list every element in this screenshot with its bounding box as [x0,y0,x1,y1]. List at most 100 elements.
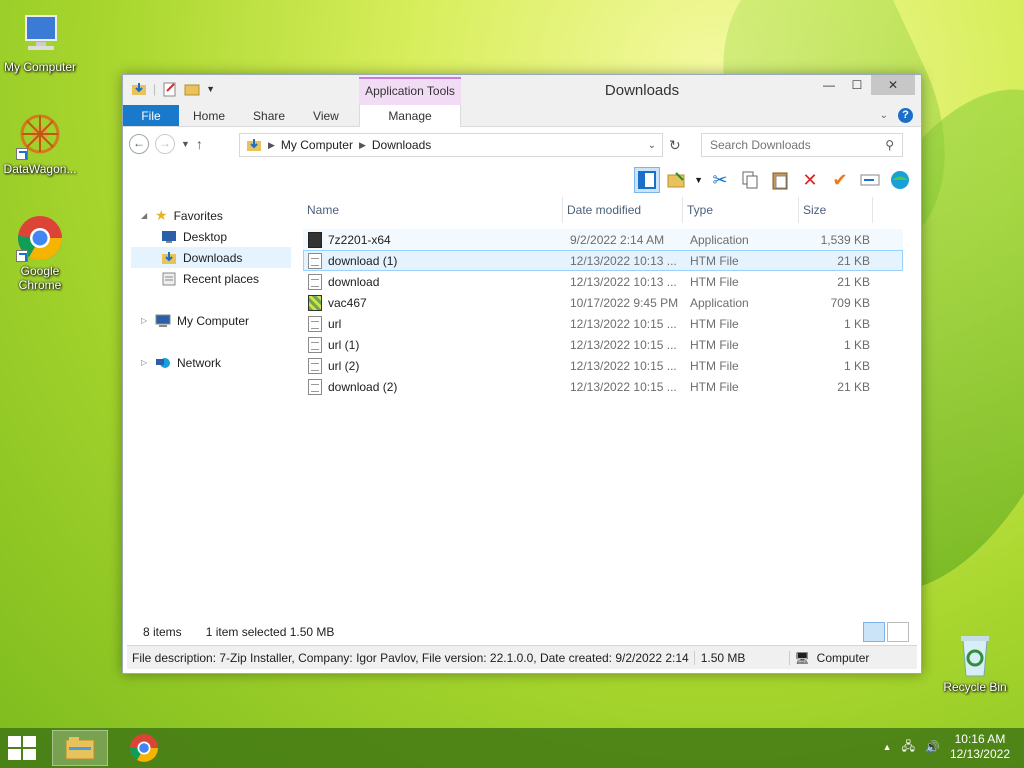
file-row[interactable]: url 12/13/2022 10:15 ... HTM File 1 KB [303,313,903,334]
column-size[interactable]: Size [799,196,873,223]
desktop-icon-my-computer[interactable]: My Computer [0,10,80,74]
chrome-icon [16,214,64,262]
recent-locations-icon[interactable]: ▼ [181,139,190,149]
nav-my-computer[interactable]: ▷ My Computer [131,310,291,331]
close-button[interactable]: ✕ [871,75,915,95]
file-size-cell: 1 KB [843,337,870,352]
computer-icon: 🖥 [794,650,810,665]
nav-desktop[interactable]: Desktop [131,226,291,247]
preview-pane-icon[interactable] [634,167,661,193]
details-view-button[interactable] [863,622,885,642]
file-date-cell: 12/13/2022 10:15 ... [570,358,677,373]
address-bar[interactable]: ▶ My Computer ▶ Downloads ⌄ [239,133,663,157]
desktop-icon-label: Google Chrome [18,264,62,292]
ribbon-tabs: File Home Share View Manage ⌄ ? [123,105,921,127]
globe-icon[interactable] [887,167,913,193]
file-name-cell: url [304,315,564,332]
column-headers: Name Date modified Type Size [303,196,903,223]
item-count: 8 items [143,625,182,639]
computer-icon [155,314,171,327]
delete-icon[interactable]: ✕ [797,167,823,193]
show-hidden-icons-icon[interactable]: ▲ [883,742,892,752]
file-row[interactable]: download (1) 12/13/2022 10:13 ... HTM File… [303,250,903,271]
nav-recent-places[interactable]: Recent places [131,268,291,289]
expand-arrow-icon[interactable]: ▷ [141,316,149,325]
checkmark-icon[interactable]: ✔ [827,167,853,193]
file-description: File description: 7-Zip Installer, Compa… [127,650,695,665]
volume-icon[interactable]: 🔊 [925,740,940,754]
tab-view[interactable]: View [299,105,353,126]
refresh-icon[interactable]: ↻ [669,137,681,154]
back-button[interactable]: ← [129,134,149,154]
folder-properties-icon[interactable] [664,167,690,193]
file-row[interactable]: vac467 10/17/2022 9:45 PM Application 709 K… [303,292,903,313]
file-date-cell: 9/2/2022 2:14 AM [570,232,665,247]
taskbar-file-explorer[interactable] [52,730,108,766]
expand-ribbon-icon[interactable]: ⌄ [880,108,888,124]
paste-icon[interactable] [767,167,793,193]
tab-home[interactable]: Home [179,105,239,126]
help-icon[interactable]: ? [898,108,913,123]
column-type[interactable]: Type [683,196,799,223]
file-size-cell: 21 KB [837,253,870,268]
file-size-cell: 1 KB [843,316,870,331]
nav-downloads[interactable]: Downloads [131,247,291,268]
desktop-icon-recycle-bin[interactable]: Recycle Bin [935,630,1015,694]
window-title: Downloads [604,82,680,99]
nav-network[interactable]: ▷ Network [131,352,291,373]
taskbar-google-chrome[interactable] [116,730,172,766]
file-type-cell: HTM File [690,253,739,268]
start-button[interactable] [8,736,38,762]
shortcut-arrow-icon [16,250,28,262]
tab-file[interactable]: File [123,105,179,126]
title-bar[interactable]: | ▼ Application Tools Downloads — ☐ ✕ [123,75,921,105]
file-row[interactable]: download (2) 12/13/2022 10:15 ... HTM File… [303,376,903,397]
desktop-icon-label: DataWagon... [3,162,77,176]
file-row[interactable]: url (2) 12/13/2022 10:15 ... HTM File 1 KB [303,355,903,376]
selection-info: 1 item selected 1.50 MB [205,625,335,639]
column-name[interactable]: Name [303,196,563,223]
file-date-cell: 12/13/2022 10:15 ... [570,379,677,394]
search-input[interactable] [710,138,870,152]
network-status-icon[interactable]: 🖧 [902,737,915,758]
tab-manage[interactable]: Manage [359,105,461,127]
nav-favorites[interactable]: ◢ ★ Favorites [131,205,291,226]
file-row[interactable]: 7z2201-x64 9/2/2022 2:14 AM Application 1,5… [303,229,903,250]
file-icon [308,294,322,311]
file-date-cell: 12/13/2022 10:13 ... [570,274,677,289]
up-button[interactable]: ↑ [196,136,203,152]
explorer-window[interactable]: | ▼ Application Tools Downloads — ☐ ✕ Fi… [122,74,922,674]
copy-icon[interactable] [737,167,763,193]
large-icons-view-button[interactable] [887,622,909,642]
rename-icon[interactable] [857,167,883,193]
minimize-button[interactable]: — [815,75,843,95]
chevron-down-icon[interactable]: ▼ [694,175,703,185]
file-icon [308,315,322,332]
file-icon [308,336,322,353]
maximize-button[interactable]: ☐ [843,75,871,95]
expand-arrow-icon[interactable]: ▷ [141,358,149,367]
file-row[interactable]: url (1) 12/13/2022 10:15 ... HTM File 1 KB [303,334,903,355]
breadcrumb-downloads[interactable]: Downloads [372,138,431,152]
breadcrumb-my-computer[interactable]: My Computer [281,138,353,152]
search-icon[interactable]: ⚲ [885,138,894,152]
column-date-modified[interactable]: Date modified [563,196,683,223]
star-icon: ★ [155,207,168,223]
file-type-cell: HTM File [690,274,739,289]
desktop-icon-datawagon[interactable]: DataWagon... [0,112,80,176]
file-size-cell: 709 KB [830,295,870,310]
shortcut-arrow-icon [16,148,28,160]
tab-share[interactable]: Share [239,105,299,126]
file-icon [308,378,322,395]
file-name-cell: vac467 [304,294,564,311]
expand-arrow-icon[interactable]: ◢ [141,211,149,220]
chevron-down-icon[interactable]: ⌄ [648,140,656,151]
file-row[interactable]: download 12/13/2022 10:13 ... HTM File 21 K… [303,271,903,292]
folder-icon [65,737,95,760]
clock[interactable]: 10:16 AM 12/13/2022 [950,732,1010,762]
file-type-cell: HTM File [690,379,739,394]
cut-icon[interactable]: ✂ [707,167,733,193]
forward-button[interactable]: → [155,134,175,154]
search-box[interactable]: ⚲ [701,133,903,157]
desktop-icon-google-chrome[interactable]: Google Chrome [0,214,80,292]
